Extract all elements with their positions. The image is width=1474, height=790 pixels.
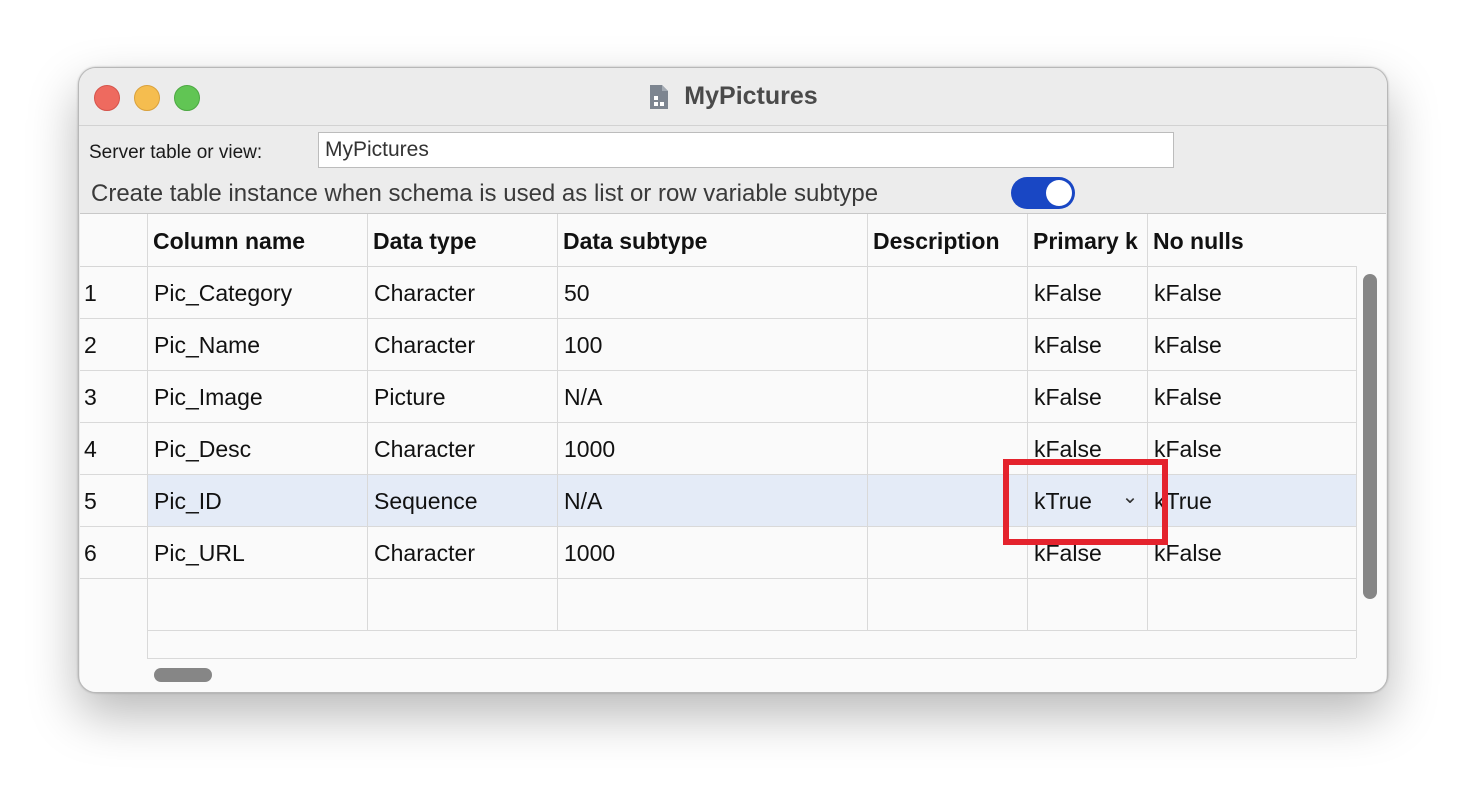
- grid-divider: [1356, 266, 1357, 658]
- cell-no-nulls[interactable]: kFalse: [1147, 371, 1356, 423]
- cell-no-nulls[interactable]: kFalse: [1147, 423, 1356, 475]
- server-table-input[interactable]: [318, 132, 1174, 168]
- cell-data-type[interactable]: Picture: [367, 371, 557, 423]
- cell-no-nulls[interactable]: kFalse: [1147, 267, 1356, 319]
- row-divider: [147, 630, 1356, 631]
- cell-data-subtype[interactable]: 1000: [557, 527, 867, 579]
- header-column-name[interactable]: Column name: [147, 214, 367, 266]
- row-number: 6: [84, 540, 97, 566]
- header-data-type[interactable]: Data type: [367, 214, 557, 266]
- schema-grid: Column name Data type Data subtype Descr…: [80, 213, 1386, 692]
- cell-primary-key[interactable]: kFalse: [1027, 319, 1147, 371]
- cell-column-name[interactable]: Pic_ID: [147, 475, 367, 527]
- annotation-highlight-box: [1003, 459, 1168, 545]
- create-instance-toggle[interactable]: [1011, 177, 1075, 209]
- cell-data-type[interactable]: Sequence: [367, 475, 557, 527]
- header-description[interactable]: Description: [867, 214, 1027, 266]
- cell-description[interactable]: [867, 371, 1027, 423]
- row-divider: [147, 658, 1356, 659]
- titlebar: MyPictures: [79, 68, 1387, 126]
- create-instance-label: Create table instance when schema is use…: [91, 180, 879, 207]
- cell-description[interactable]: [867, 267, 1027, 319]
- cell-no-nulls[interactable]: kFalse: [1147, 319, 1356, 371]
- cell-data-type[interactable]: Character: [367, 423, 557, 475]
- horizontal-scrollbar[interactable]: [154, 668, 212, 682]
- toggle-knob: [1046, 180, 1072, 206]
- cell-description[interactable]: [867, 319, 1027, 371]
- cell-data-type[interactable]: Character: [367, 527, 557, 579]
- cell-data-subtype[interactable]: N/A: [557, 371, 867, 423]
- server-table-label: Server table or view:: [89, 142, 263, 163]
- cell-data-type[interactable]: Character: [367, 267, 557, 319]
- cell-column-name[interactable]: Pic_URL: [147, 527, 367, 579]
- row-number: 4: [84, 436, 97, 462]
- row-number: 5: [84, 488, 97, 514]
- header-data-subtype[interactable]: Data subtype: [557, 214, 867, 266]
- cell-data-subtype[interactable]: 1000: [557, 423, 867, 475]
- row-number: 3: [84, 384, 97, 410]
- row-number: 1: [84, 280, 97, 306]
- row-number: 2: [84, 332, 97, 358]
- cell-primary-key[interactable]: kFalse: [1027, 371, 1147, 423]
- header-no-nulls[interactable]: No nulls: [1147, 214, 1356, 266]
- cell-data-subtype[interactable]: 50: [557, 267, 867, 319]
- cell-no-nulls[interactable]: kFalse: [1147, 527, 1356, 579]
- cell-column-name[interactable]: Pic_Category: [147, 267, 367, 319]
- cell-column-name[interactable]: Pic_Image: [147, 371, 367, 423]
- title-wrap: MyPictures: [79, 68, 1387, 125]
- cell-no-nulls[interactable]: kTrue: [1147, 475, 1356, 527]
- cell-data-subtype[interactable]: N/A: [557, 475, 867, 527]
- window: MyPictures Server table or view: Create …: [78, 67, 1388, 693]
- window-title: MyPictures: [684, 82, 818, 110]
- cell-column-name[interactable]: Pic_Name: [147, 319, 367, 371]
- header-primary-key[interactable]: Primary k: [1027, 214, 1147, 266]
- vertical-scrollbar[interactable]: [1363, 274, 1377, 599]
- cell-column-name[interactable]: Pic_Desc: [147, 423, 367, 475]
- cell-data-subtype[interactable]: 100: [557, 319, 867, 371]
- document-table-icon: [650, 84, 669, 109]
- cell-primary-key[interactable]: kFalse: [1027, 267, 1147, 319]
- cell-data-type[interactable]: Character: [367, 319, 557, 371]
